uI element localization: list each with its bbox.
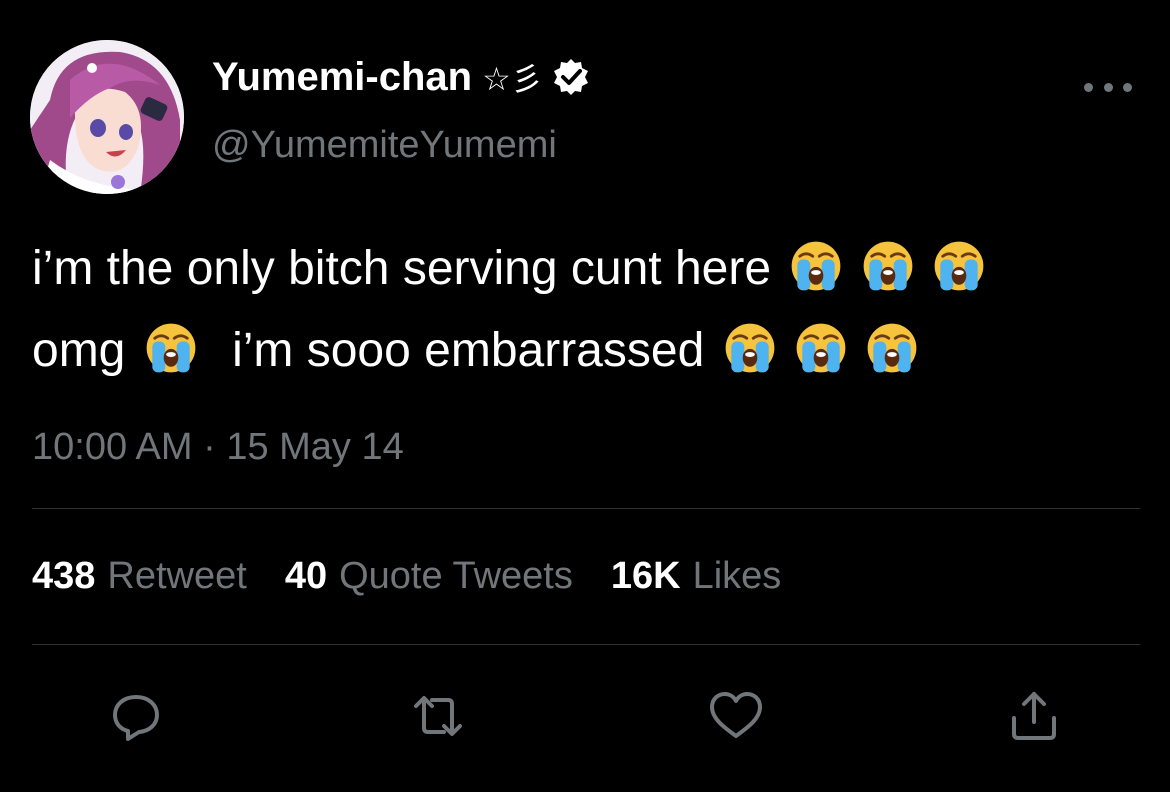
share-icon[interactable] xyxy=(1004,686,1064,746)
tweet-text-line-1: i’m the only bitch serving cunt here xyxy=(32,228,1142,310)
tweet-card: Yumemi-chan ☆彡 @YumemiteYumemi i’m the o… xyxy=(0,0,1170,792)
user-name-row[interactable]: Yumemi-chan ☆彡 xyxy=(212,52,591,102)
like-icon[interactable] xyxy=(706,686,766,746)
likes-label: Likes xyxy=(692,555,782,597)
loudly-crying-face-icon xyxy=(145,322,197,374)
loudly-crying-face-icon xyxy=(862,240,914,292)
quotes-stat[interactable]: 40 Quote Tweets xyxy=(285,555,573,598)
likes-count: 16K xyxy=(610,555,681,597)
user-handle[interactable]: @YumemiteYumemi xyxy=(212,124,557,167)
tweet-text-segment: omg xyxy=(32,324,126,377)
loudly-crying-face-icon xyxy=(933,240,985,292)
loudly-crying-face-icon xyxy=(795,322,847,374)
tweet-text: i’m the only bitch serving cunt here omg… xyxy=(32,228,1142,392)
loudly-crying-face-icon xyxy=(724,322,776,374)
display-name[interactable]: Yumemi-chan xyxy=(212,55,472,100)
likes-stat[interactable]: 16K Likes xyxy=(611,555,781,598)
more-options-icon[interactable] xyxy=(1084,74,1132,100)
quotes-label: Quote Tweets xyxy=(339,555,573,597)
tweet-timestamp[interactable]: 10:00 AM · 15 May 14 xyxy=(32,426,404,469)
action-bar xyxy=(0,686,1170,746)
tweet-stats: 438 Retweet 40 Quote Tweets 16K Likes xyxy=(32,555,819,598)
quotes-count: 40 xyxy=(284,555,328,597)
retweets-label: Retweet xyxy=(107,555,247,597)
loudly-crying-face-icon xyxy=(866,322,918,374)
retweets-count: 438 xyxy=(32,555,96,597)
avatar[interactable] xyxy=(30,40,184,194)
loudly-crying-face-icon xyxy=(790,240,842,292)
retweet-icon[interactable] xyxy=(408,686,468,746)
tweet-text-segment: i’m sooo embarrassed xyxy=(232,324,705,377)
divider xyxy=(32,508,1140,509)
verified-badge-icon xyxy=(551,57,591,97)
display-name-symbols: ☆彡 xyxy=(482,60,543,98)
retweets-stat[interactable]: 438 Retweet xyxy=(32,555,247,598)
tweet-text-line-2: omg i’m sooo embarrassed xyxy=(32,310,1142,392)
divider xyxy=(32,644,1140,645)
tweet-text-segment: i’m the only bitch serving cunt here xyxy=(32,242,772,295)
reply-icon[interactable] xyxy=(106,686,166,746)
